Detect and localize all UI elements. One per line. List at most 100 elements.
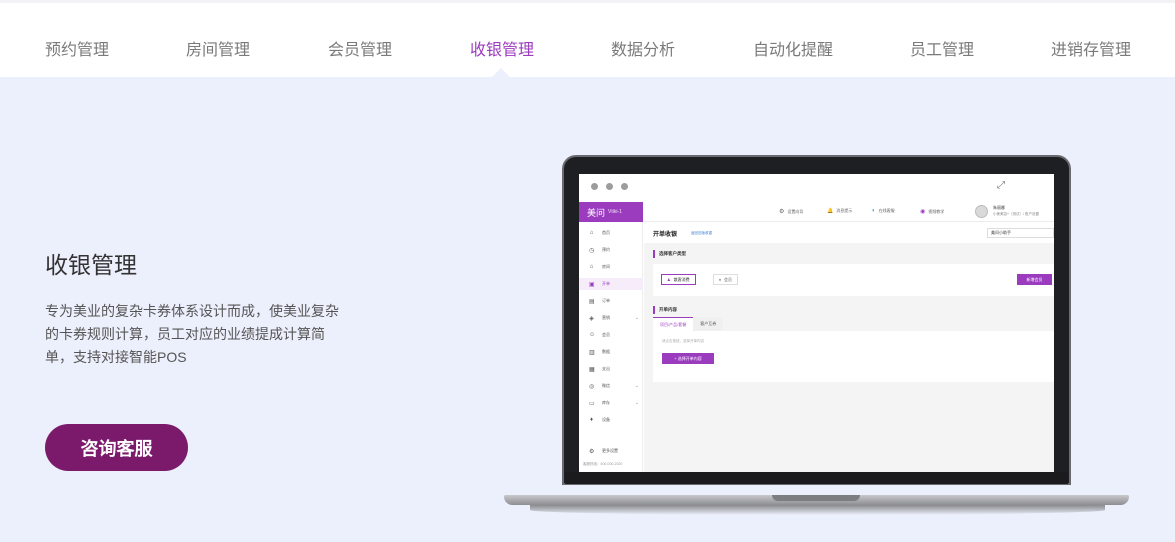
home-icon: ⌂ xyxy=(589,230,594,236)
message-label: 消息提示 xyxy=(836,208,853,213)
brand-sub: Vtiki-1 xyxy=(608,209,622,215)
new-member-button: 新增会员 xyxy=(1017,274,1052,285)
sidebar-item-wechat: ◎ 微信 ⌄ xyxy=(579,380,643,392)
order-content-card: 请点击按钮，选择开单内容 + 选择开单内容 xyxy=(653,331,1054,382)
order-icon: ▣ xyxy=(589,281,595,288)
support-link: ◐ 在线客服 xyxy=(872,208,895,214)
app-main: 开单收银 返回旧版收银 美问小助手 选择客户类型 ♟ 散客消费 ♦ 会员 新增会… xyxy=(644,222,1054,472)
app-screenshot: ⤢ 美问 Vtiki-1 ⚙ 设置向导 🔔 消息提示 ◐ 在线客服 ◉ 视频教学… xyxy=(579,174,1054,472)
sidebar-item-label: 订单 xyxy=(602,298,610,303)
sidebar-item-settings: ⚙ 更多设置 xyxy=(579,445,643,457)
sidebar-item-label: 会员 xyxy=(602,332,610,337)
chevron-down-icon: ⌄ xyxy=(634,315,639,321)
member-icon: ☺ xyxy=(589,332,596,338)
headset-icon: ◐ xyxy=(872,208,876,214)
hint-text: 请点击按钮，选择开单内容 xyxy=(662,339,704,343)
member-option: ♦ 会员 xyxy=(713,274,739,285)
user-name: 朱丽娜 xyxy=(993,205,1005,210)
tab-coupons: 客户互券 xyxy=(693,317,724,331)
tab-automation[interactable]: 自动化提醒 xyxy=(753,36,833,60)
consult-service-button[interactable]: 咨询客服 xyxy=(45,424,188,471)
sidebar-item-label: 营销 xyxy=(602,315,610,320)
sidebar-item-label: 更多设置 xyxy=(602,448,618,453)
sidebar-item-label: 微信 xyxy=(602,383,610,388)
member-icon: ♦ xyxy=(719,277,722,282)
sidebar-item-label: 开单 xyxy=(602,281,610,286)
chart-icon: ▥ xyxy=(589,349,595,356)
app-topbar: ⚙ 设置向导 🔔 消息提示 ◐ 在线客服 ◉ 视频教学 朱丽娜 小美美容+（测试… xyxy=(643,202,1054,222)
window-dot xyxy=(621,183,628,190)
section-description: 专为美业的复杂卡券体系设计而成，使美业复杂的卡券规则计算，员工对应的业绩提成计算… xyxy=(45,303,339,365)
active-tab-indicator xyxy=(489,68,513,80)
sidebar-item-label: 库存 xyxy=(602,400,610,405)
page-title: 开单收银 xyxy=(653,232,678,238)
sidebar-item-room: ⌂ 房间 xyxy=(579,261,643,273)
sidebar-item-marketing: ◈ 营销 ⌄ xyxy=(579,312,643,324)
member-label: 会员 xyxy=(724,276,733,282)
sidebar-item-label: 支出 xyxy=(602,366,610,371)
assistant-select: 美问小助手 xyxy=(987,228,1054,238)
wechat-icon: ◎ xyxy=(589,383,595,390)
hotline-text: 客服热线：400-000-2020 xyxy=(583,462,623,466)
tab-analytics[interactable]: 数据分析 xyxy=(611,36,675,60)
video-link: ◉ 视频教学 xyxy=(920,208,945,216)
window-dot xyxy=(606,183,613,190)
expense-icon: ▦ xyxy=(589,366,595,373)
sidebar-item-member: ☺ 会员 xyxy=(579,329,643,341)
window-controls xyxy=(591,183,628,190)
tab-cashier[interactable]: 收银管理 xyxy=(470,36,534,60)
person-icon: ♟ xyxy=(667,277,671,282)
back-link: 返回旧版收银 xyxy=(691,231,712,235)
chevron-down-icon: ⌄ xyxy=(634,400,639,406)
customer-type-card: ♟ 散客消费 ♦ 会员 新增会员 xyxy=(653,264,1054,296)
page-header: 开单收银 返回旧版收银 美问小助手 xyxy=(644,222,1054,243)
sidebar-item-order-open: ▣ 开单 xyxy=(579,278,643,290)
sidebar-item-orders: ▤ 订单 xyxy=(579,295,643,307)
user-sub: 小美美容+（测试）/ 账户设置 xyxy=(993,212,1039,216)
app-sidebar: ⌂ 首页 ◷ 预约 ⌂ 房间 ▣ 开单 ▤ 订单 ◈ 营销 ⌄ ☺ 会员 ▥ 数据 ▦ 支出 ◎ 微信… xyxy=(579,222,643,472)
inventory-icon: ▭ xyxy=(589,400,595,407)
add-item-button: + 选择开单内容 xyxy=(662,353,714,364)
laptop-chin xyxy=(565,472,1068,484)
video-label: 视频教学 xyxy=(928,208,945,214)
sidebar-item-label: 设备 xyxy=(602,417,610,422)
setup-guide-label: 设置向导 xyxy=(787,208,804,214)
customer-type-heading: 选择客户类型 xyxy=(653,250,686,258)
clock-icon: ◷ xyxy=(589,247,595,254)
support-label: 在线客服 xyxy=(878,208,895,213)
sidebar-item-appointment: ◷ 预约 xyxy=(579,244,643,256)
message-link: 🔔 消息提示 xyxy=(827,208,852,214)
sidebar-item-data: ▥ 数据 xyxy=(579,346,643,358)
sidebar-item-label: 预约 xyxy=(602,247,610,252)
video-icon: ◉ xyxy=(920,209,926,215)
bell-icon: 🔔 xyxy=(827,208,834,214)
tab-appointment[interactable]: 预约管理 xyxy=(45,36,109,60)
sidebar-item-inventory: ▭ 库存 ⌄ xyxy=(579,397,643,409)
tab-member[interactable]: 会员管理 xyxy=(328,36,392,60)
order-content-tabs: 项目/产品/套餐 客户互券 xyxy=(653,317,724,331)
sidebar-item-expense: ▦ 支出 xyxy=(579,363,643,375)
device-icon: ♦ xyxy=(589,417,594,423)
tab-staff[interactable]: 员工管理 xyxy=(910,36,974,60)
list-icon: ▤ xyxy=(589,298,595,305)
expand-icon: ⤢ xyxy=(997,180,1005,191)
walk-in-label: 散客消费 xyxy=(673,276,690,282)
avatar xyxy=(975,205,988,218)
window-dot xyxy=(591,183,598,190)
sidebar-item-device: ♦ 设备 xyxy=(579,414,643,426)
setup-guide-link: ⚙ 设置向导 xyxy=(779,208,804,216)
walk-in-option: ♟ 散客消费 xyxy=(661,274,696,285)
settings-icon: ⚙ xyxy=(589,448,595,455)
marketing-icon: ◈ xyxy=(589,315,594,322)
gear-icon: ⚙ xyxy=(779,209,785,215)
app-brand: 美问 Vtiki-1 xyxy=(579,202,643,222)
sidebar-item-label: 房间 xyxy=(602,264,610,269)
sidebar-item-label: 数据 xyxy=(602,349,610,354)
chevron-down-icon: ⌄ xyxy=(634,383,639,389)
top-tab-bar: 预约管理 房间管理 会员管理 收银管理 数据分析 自动化提醒 员工管理 进销存管… xyxy=(0,0,1175,80)
tab-inventory[interactable]: 进销存管理 xyxy=(1051,36,1131,60)
tab-room[interactable]: 房间管理 xyxy=(186,36,250,60)
laptop-notch xyxy=(772,495,860,501)
sidebar-item-label: 首页 xyxy=(602,230,610,235)
order-content-heading: 开单内容 xyxy=(653,306,677,314)
